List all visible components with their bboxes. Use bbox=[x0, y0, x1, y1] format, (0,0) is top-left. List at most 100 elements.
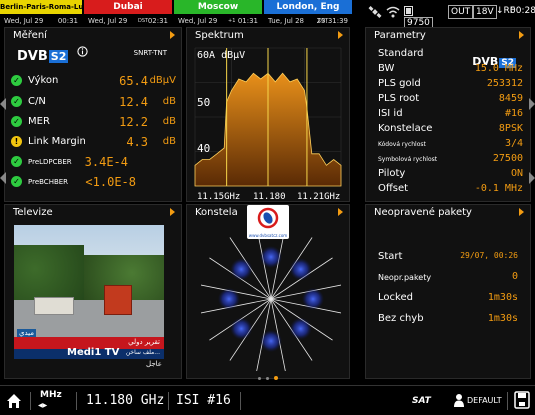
lnb-out-indicator: OUT bbox=[448, 5, 474, 19]
page-indicator[interactable] bbox=[258, 376, 282, 382]
parameters-title: Parametry bbox=[374, 30, 426, 41]
home-icon[interactable] bbox=[5, 392, 23, 410]
parameter-value: 8459 bbox=[498, 93, 523, 104]
measurement-label: PreBCHBER bbox=[28, 178, 69, 186]
satellite-dish-icon bbox=[257, 207, 279, 229]
clock-time: 02:31 bbox=[147, 17, 168, 25]
right-panel-tab[interactable] bbox=[529, 98, 535, 110]
parameter-value: 3/4 bbox=[504, 138, 523, 149]
panel-menu-arrow-icon[interactable] bbox=[170, 208, 175, 216]
warning-icon: ! bbox=[11, 136, 22, 147]
current-frequency[interactable]: 11.180 GHz bbox=[86, 386, 164, 415]
spectrum-ref-level: 60A dBμV bbox=[197, 50, 245, 61]
panel-menu-arrow-icon[interactable] bbox=[338, 208, 343, 216]
constellation-diagram[interactable] bbox=[201, 221, 341, 371]
measurement-value: 4.3 bbox=[126, 135, 148, 149]
parameters-panel[interactable]: Parametry DVB S2 Standard BW 15.0 MHz PLS go… bbox=[365, 27, 531, 202]
world-clock-london: London, Eng Tue, Jul 28 DST 23:31:39 bbox=[264, 0, 352, 28]
parameter-row: ISI id #16 bbox=[378, 108, 523, 122]
packets-panel[interactable]: Neopravené pakety Start 29/07, 00:26 Neo… bbox=[365, 204, 531, 379]
parameter-value: 8PSK bbox=[498, 123, 523, 134]
info-icon[interactable] bbox=[77, 46, 88, 57]
packets-value: 1m30s bbox=[487, 292, 518, 303]
measurements-title: Měření bbox=[13, 30, 47, 41]
panel-menu-arrow-icon[interactable] bbox=[170, 31, 175, 39]
measurement-unit: dB bbox=[162, 96, 176, 107]
clock-date: Wed, Jul 29 bbox=[178, 17, 218, 25]
tv-ticker: عاجل bbox=[14, 359, 164, 371]
parameter-row: BW 15.0 MHz bbox=[378, 63, 523, 77]
packets-value: 0 bbox=[511, 271, 518, 282]
world-clock-moscow: Moscow Wed, Jul 29 +1 01:31 bbox=[174, 0, 262, 28]
wifi-icon bbox=[386, 6, 400, 18]
measurement-label: PreLDPCBER bbox=[28, 158, 72, 166]
measurement-label: C/N bbox=[28, 96, 46, 107]
page-dot[interactable] bbox=[266, 377, 269, 380]
measurement-label: Link Margin bbox=[28, 136, 86, 147]
user-profile-icon[interactable] bbox=[454, 393, 464, 407]
panel-menu-arrow-icon[interactable] bbox=[519, 31, 524, 39]
tv-panel[interactable]: Televize ميدي تقرير دولي ملف ساخن... عاج… bbox=[4, 204, 182, 379]
constellation-symbol-cluster bbox=[230, 317, 253, 340]
constellation-symbol-cluster bbox=[260, 246, 282, 268]
constellation-title: Konstela bbox=[195, 207, 238, 218]
panel-menu-arrow-icon[interactable] bbox=[519, 208, 524, 216]
parameter-label: Offset bbox=[378, 183, 409, 194]
right-panel-tab[interactable] bbox=[529, 172, 535, 184]
frequency-step-button[interactable]: MHz ◀▶ bbox=[38, 386, 68, 415]
parameter-label: Symbolová rychlost bbox=[378, 156, 438, 163]
measurement-value: <1.0E-8 bbox=[85, 175, 136, 189]
panel-menu-arrow-icon[interactable] bbox=[338, 31, 343, 39]
parameter-value: #16 bbox=[504, 108, 523, 119]
spectrum-tick-50: 50 bbox=[197, 96, 210, 109]
measurement-value: 65.4 bbox=[119, 74, 148, 88]
current-isi[interactable]: ISI #16 bbox=[176, 386, 231, 415]
packets-row-start: Start 29/07, 00:26 bbox=[378, 251, 518, 265]
clock-time: 01:31 bbox=[237, 17, 258, 25]
parameter-value: 15.0 MHz bbox=[474, 63, 523, 74]
measurements-panel[interactable]: Měření DVB S2 SNRT-TNT ✓ Výkon 65.4 dBμV … bbox=[4, 27, 182, 202]
check-icon: ✓ bbox=[11, 75, 22, 86]
left-panel-tab[interactable] bbox=[0, 98, 6, 110]
spectrum-tick-40: 40 bbox=[197, 142, 210, 155]
measurement-unit: dB bbox=[162, 116, 176, 127]
spectrum-chart[interactable]: 60A dBμV 50 40 11.15GHz 11.180 11.21GHz bbox=[187, 42, 349, 201]
measurement-row-mer: ✓ MER 12.2 dB bbox=[11, 114, 176, 130]
tv-title: Televize bbox=[13, 207, 53, 218]
clock-city: Berlin-Paris-Roma-Lučenec bbox=[0, 0, 82, 14]
parameter-row: Piloty ON bbox=[378, 168, 523, 182]
parameter-row: Kódová rychlost 3/4 bbox=[378, 138, 523, 152]
check-icon: ✓ bbox=[11, 156, 22, 167]
lnb-voltage-indicator: 18V bbox=[473, 5, 497, 19]
spectrum-title: Spektrum bbox=[195, 30, 244, 41]
page-dot[interactable] bbox=[258, 377, 261, 380]
constellation-panel[interactable]: Konstela www.dvbsatcz.com bbox=[186, 204, 350, 379]
save-icon[interactable] bbox=[514, 391, 530, 409]
sat-button[interactable]: SAT bbox=[412, 386, 431, 415]
tv-channel-logo: ميدي bbox=[17, 329, 37, 337]
parameter-value: 27500 bbox=[492, 153, 523, 164]
satellite-icon bbox=[368, 6, 382, 18]
constellation-symbol-cluster bbox=[230, 258, 253, 281]
parameter-row: Konstelace 8PSK bbox=[378, 123, 523, 137]
world-clock-dubai: Dubai Wed, Jul 29 DST 02:31 bbox=[84, 0, 172, 28]
clock-date: Wed, Jul 29 bbox=[4, 17, 44, 25]
service-name: SNRT-TNT bbox=[133, 49, 167, 57]
profile-name[interactable]: DEFAULT bbox=[467, 386, 502, 415]
clock-city: Dubai bbox=[84, 0, 172, 14]
measurement-row-prebchber: ✓ PreBCHBER <1.0E-8 bbox=[11, 174, 176, 190]
clock-date: Wed, Jul 29 bbox=[88, 17, 128, 25]
clock-time: 00:31 bbox=[57, 17, 78, 25]
tv-ticker-text: عاجل bbox=[146, 360, 162, 368]
measurement-value: 12.4 bbox=[119, 95, 148, 109]
packets-row-error-free: Bez chyb 1m30s bbox=[378, 313, 518, 327]
packets-value: 1m30s bbox=[487, 313, 518, 324]
measurement-unit: dBμV bbox=[149, 75, 176, 86]
spectrum-freq-start: 11.15GHz bbox=[197, 192, 240, 201]
page-dot-active[interactable] bbox=[274, 376, 278, 380]
packets-label: Neopr.pakety bbox=[378, 273, 432, 282]
spectrum-panel[interactable]: Spektrum 60A dBμV 50 40 11.15GHz 11.180 … bbox=[186, 27, 350, 202]
packets-row-uncorrected: Neopr.pakety 0 bbox=[378, 271, 518, 285]
left-panel-tab[interactable] bbox=[0, 172, 6, 184]
watermark-text: www.dvbsatcz.com bbox=[248, 233, 288, 238]
